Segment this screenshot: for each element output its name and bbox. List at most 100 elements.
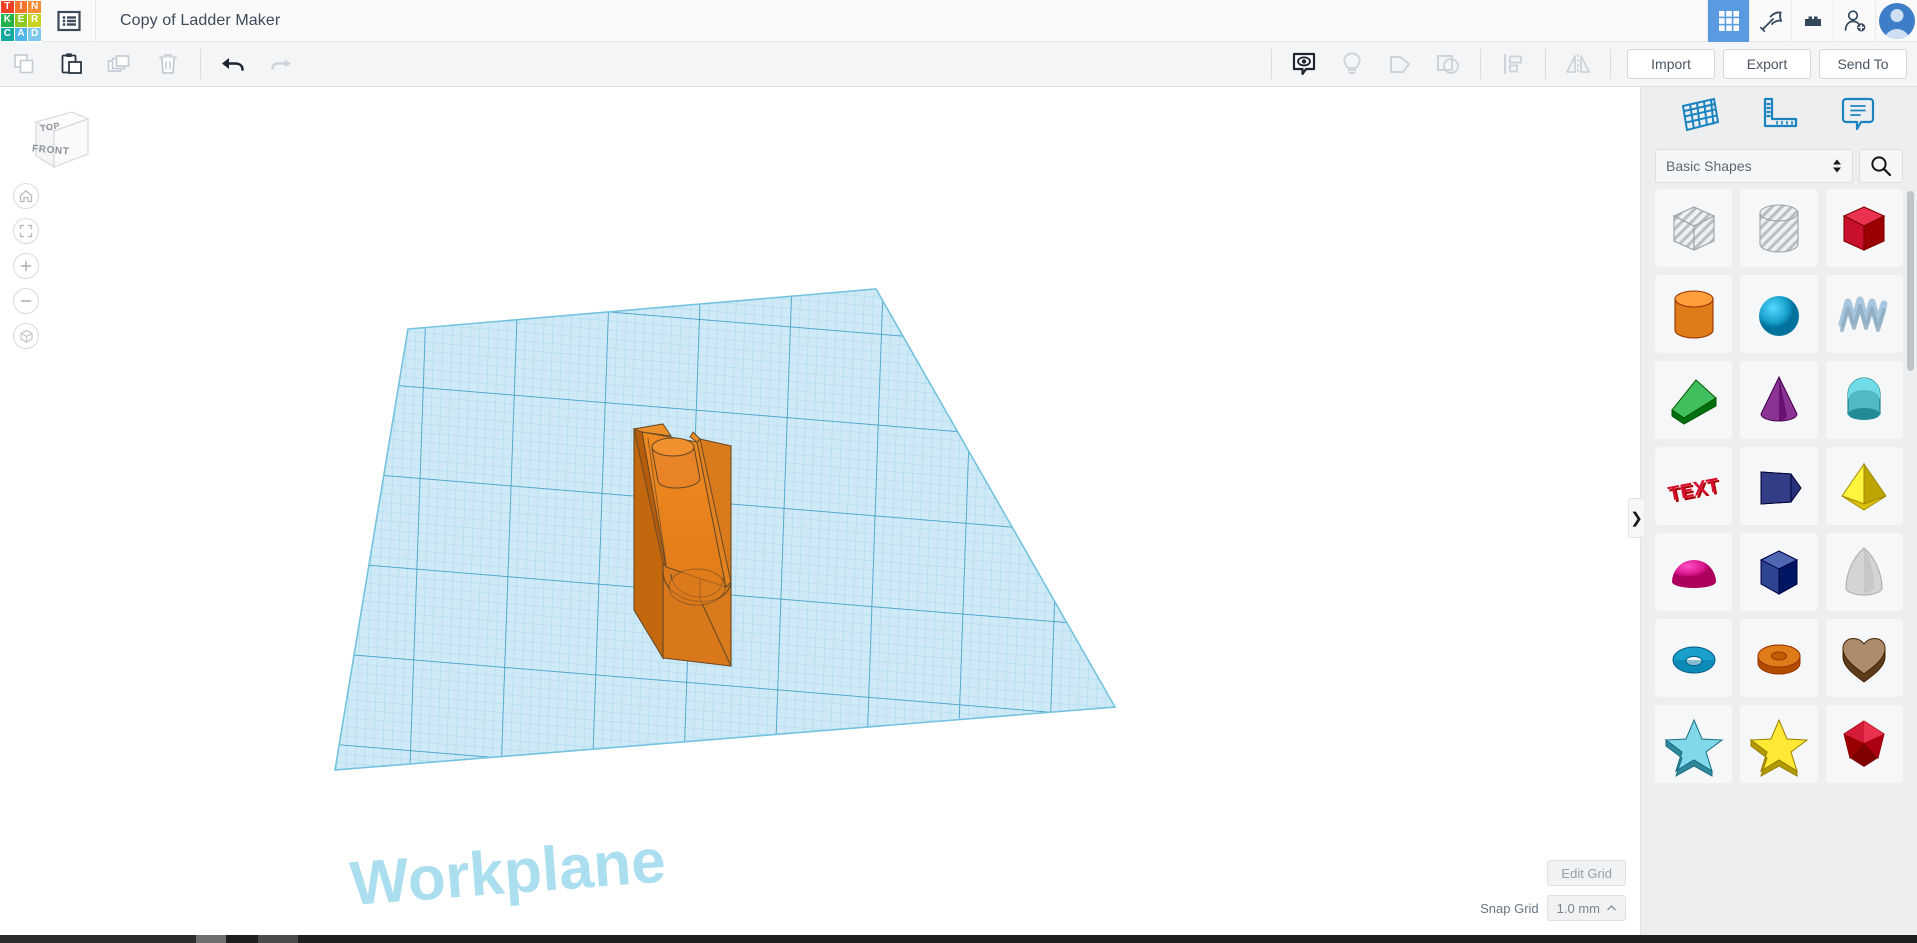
pickaxe-icon xyxy=(1759,9,1783,33)
logo-cell-i: I xyxy=(15,1,28,14)
align-button[interactable] xyxy=(1489,42,1537,86)
toolbar-divider-4 xyxy=(1545,49,1546,79)
taskbar-segment-3 xyxy=(258,935,298,943)
lego-brick-icon xyxy=(1801,9,1825,33)
star-blue-shape[interactable] xyxy=(1655,705,1732,783)
workplane-grid xyxy=(257,244,1177,876)
tube-shape[interactable] xyxy=(1740,447,1817,525)
hint-button[interactable] xyxy=(1328,42,1376,86)
view-cube[interactable]: TOP FRONT xyxy=(14,102,94,174)
ruler-icon xyxy=(1757,95,1801,135)
delete-button[interactable] xyxy=(144,42,192,86)
ungroup-button[interactable] xyxy=(1424,42,1472,86)
taskbar-segment-2 xyxy=(196,935,226,943)
wedge-shape[interactable] xyxy=(1655,361,1732,439)
zoom-in-icon xyxy=(19,259,33,273)
edit-toolbar: Import Export Send To xyxy=(0,42,1917,87)
snap-grid-value: 1.0 mm xyxy=(1557,901,1600,916)
ruler-tool-button[interactable] xyxy=(1757,95,1801,135)
heart-shape[interactable] xyxy=(1826,619,1903,697)
user-account-button[interactable] xyxy=(1875,0,1917,42)
torus-shape[interactable] xyxy=(1655,619,1732,697)
show-hide-button[interactable] xyxy=(1280,42,1328,86)
duplicate-icon xyxy=(107,52,133,76)
view-cube-icon xyxy=(14,102,94,174)
sphere-shape[interactable] xyxy=(1740,275,1817,353)
workplane-border xyxy=(335,289,1115,770)
star-yellow-shape[interactable] xyxy=(1740,705,1817,783)
ortho-perspective-button[interactable] xyxy=(13,323,39,349)
workplane-tool-button[interactable] xyxy=(1678,95,1722,135)
logo-cell-d: D xyxy=(28,28,41,41)
project-menu-button[interactable] xyxy=(42,0,96,42)
notes-tool-button[interactable] xyxy=(1836,95,1880,135)
fit-to-view-button[interactable] xyxy=(13,218,39,244)
paste-button[interactable] xyxy=(48,42,96,86)
navigation-controls xyxy=(13,183,39,349)
invite-person-button[interactable] xyxy=(1833,0,1875,42)
fit-to-view-icon xyxy=(19,224,33,238)
pyramid-shape[interactable] xyxy=(1826,447,1903,525)
polygon-shape[interactable] xyxy=(1740,533,1817,611)
3d-canvas[interactable]: Workplane xyxy=(0,87,1640,943)
cylinder-hole-shape[interactable] xyxy=(1740,189,1817,267)
scribble-shape[interactable] xyxy=(1826,275,1903,353)
toolbar-divider-3 xyxy=(1480,49,1481,79)
export-button[interactable]: Export xyxy=(1723,49,1811,79)
shape-category-select[interactable]: Basic Shapes xyxy=(1655,149,1853,183)
gallery-grid-button[interactable] xyxy=(1707,0,1749,42)
edit-grid-button[interactable]: Edit Grid xyxy=(1547,860,1626,886)
zoom-out-icon xyxy=(19,294,33,308)
home-view-button[interactable] xyxy=(13,183,39,209)
box-hole-shape[interactable] xyxy=(1655,189,1732,267)
orange-u-channel-object[interactable] xyxy=(634,424,731,666)
shapes-grid: TEXTTEXT xyxy=(1655,189,1903,783)
lightbulb-icon xyxy=(1340,51,1364,77)
roof-shape[interactable] xyxy=(1826,361,1903,439)
mirror-icon xyxy=(1564,52,1592,76)
box-shape[interactable] xyxy=(1826,189,1903,267)
zoom-in-button[interactable] xyxy=(13,253,39,279)
copy-button[interactable] xyxy=(0,42,48,86)
shapes-scroll-area[interactable]: TEXTTEXT xyxy=(1641,189,1917,943)
send-to-button[interactable]: Send To xyxy=(1819,49,1907,79)
snap-grid-select[interactable]: 1.0 mm xyxy=(1547,895,1626,921)
shape-search-button[interactable] xyxy=(1859,149,1903,183)
ortho-perspective-icon xyxy=(19,329,34,344)
shape-category-row: Basic Shapes xyxy=(1641,143,1917,189)
document-title[interactable]: Copy of Ladder Maker xyxy=(120,12,280,30)
half-sphere-shape[interactable] xyxy=(1655,533,1732,611)
tinkercad-logo[interactable]: T I N K E R C A D xyxy=(0,0,42,42)
group-icon xyxy=(1387,52,1413,76)
bricks-button[interactable] xyxy=(1791,0,1833,42)
undo-icon xyxy=(220,52,246,76)
top-bar-right-group xyxy=(1707,0,1917,42)
import-button[interactable]: Import xyxy=(1627,49,1715,79)
text-shape[interactable]: TEXTTEXT xyxy=(1655,447,1732,525)
shape-category-value: Basic Shapes xyxy=(1666,158,1752,174)
os-taskbar-strip xyxy=(0,935,1917,943)
polyhedron-shape[interactable] xyxy=(1826,705,1903,783)
cone-shape[interactable] xyxy=(1740,361,1817,439)
workplane-icon xyxy=(1678,95,1722,135)
cylinder-shape[interactable] xyxy=(1655,275,1732,353)
duplicate-button[interactable] xyxy=(96,42,144,86)
zoom-out-button[interactable] xyxy=(13,288,39,314)
workplane-label: Workplane xyxy=(348,826,668,918)
paraboloid-shape[interactable] xyxy=(1826,533,1903,611)
avatar xyxy=(1879,3,1915,39)
group-button[interactable] xyxy=(1376,42,1424,86)
stepper-arrows-icon xyxy=(1832,159,1842,173)
round-roof-shape[interactable] xyxy=(1740,619,1817,697)
align-icon xyxy=(1501,52,1525,76)
redo-button[interactable] xyxy=(257,42,305,86)
search-icon xyxy=(1870,155,1892,177)
codeblocks-button[interactable] xyxy=(1749,0,1791,42)
mirror-button[interactable] xyxy=(1554,42,1602,86)
undo-button[interactable] xyxy=(209,42,257,86)
shapes-scrollbar-thumb[interactable] xyxy=(1907,191,1914,371)
collapse-panel-button[interactable]: ❯ xyxy=(1628,498,1644,538)
logo-cell-t: T xyxy=(1,1,14,14)
toolbar-divider-2 xyxy=(1271,49,1272,79)
shapes-panel: Basic Shapes TEXTTEXT xyxy=(1640,87,1917,943)
